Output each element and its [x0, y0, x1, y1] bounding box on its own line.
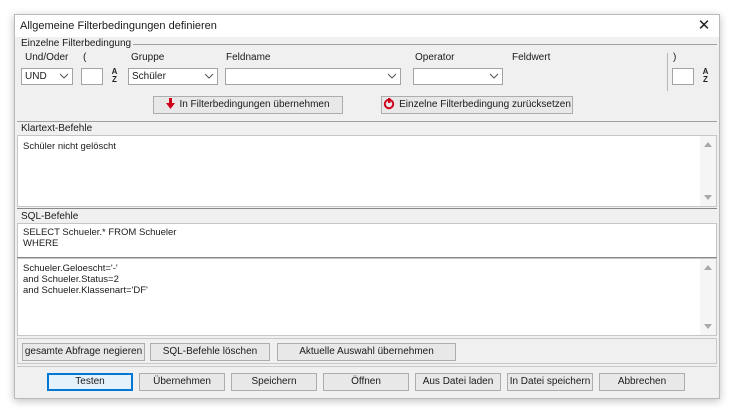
header-and-or: Und/Oder — [25, 52, 69, 63]
save-button[interactable]: Speichern — [231, 373, 317, 391]
group-value: Schüler — [132, 71, 166, 82]
window-title: Allgemeine Filterbedingungen definieren — [20, 20, 217, 32]
plaintext-commands-area[interactable]: Schüler nicht gelöscht — [17, 135, 717, 207]
chevron-down-icon — [59, 73, 69, 79]
delete-sql-button[interactable]: SQL-Befehle löschen — [150, 343, 270, 361]
chevron-down-icon — [387, 73, 397, 79]
sort-az-icon[interactable]: A Z — [699, 68, 712, 85]
reset-condition-button[interactable]: Einzelne Filterbedingung zurücksetzen — [381, 96, 573, 114]
scroll-down-icon[interactable] — [704, 324, 712, 329]
sql-where-content: Schueler.Geloescht='-' and Schueler.Stat… — [23, 263, 148, 296]
close-icon[interactable]: ✕ — [695, 17, 713, 35]
scroll-up-icon[interactable] — [704, 265, 712, 270]
apply-condition-button[interactable]: In Filterbedingungen übernehmen — [153, 96, 343, 114]
apply-selection-button[interactable]: Aktuelle Auswahl übernehmen — [277, 343, 456, 361]
and-or-select[interactable]: UND — [21, 68, 73, 85]
vertical-scrollbar[interactable] — [700, 259, 716, 335]
open-button[interactable]: Öffnen — [323, 373, 409, 391]
divider — [17, 121, 717, 122]
and-or-value: UND — [25, 71, 47, 82]
sort-az-bottom: Z — [112, 75, 117, 84]
header-group: Gruppe — [131, 52, 165, 63]
divider — [17, 208, 717, 209]
sql-where-area[interactable]: Schueler.Geloescht='-' and Schueler.Stat… — [17, 258, 717, 336]
header-operator: Operator — [415, 52, 455, 63]
reset-icon — [383, 98, 395, 110]
cancel-button[interactable]: Abbrechen — [599, 373, 685, 391]
sql-button-panel: gesamte Abfrage negieren SQL-Befehle lös… — [17, 338, 717, 364]
field-name-select[interactable] — [225, 68, 401, 85]
divider — [133, 44, 717, 45]
apply-condition-label: In Filterbedingungen übernehmen — [179, 99, 330, 110]
header-value: Feldwert — [512, 52, 551, 63]
arrow-down-icon — [166, 98, 176, 110]
open-paren-field[interactable] — [81, 68, 103, 85]
plaintext-content: Schüler nicht gelöscht — [23, 141, 116, 152]
filter-dialog: Allgemeine Filterbedingungen definieren … — [14, 14, 720, 399]
group-select[interactable]: Schüler — [128, 68, 218, 85]
section-sql: SQL-Befehle — [21, 211, 79, 222]
sql-header-area[interactable]: SELECT Schueler.* FROM Schueler WHERE — [17, 223, 717, 258]
test-button[interactable]: Testen — [47, 373, 133, 391]
negate-query-button[interactable]: gesamte Abfrage negieren — [22, 343, 145, 361]
sql-header-content: SELECT Schueler.* FROM Schueler WHERE — [23, 227, 177, 249]
section-single-condition: Einzelne Filterbedingung — [21, 38, 132, 49]
divider — [667, 53, 668, 91]
close-paren-field[interactable] — [672, 68, 694, 85]
chevron-down-icon — [489, 73, 499, 79]
sort-az-icon[interactable]: A Z — [108, 68, 121, 85]
section-plaintext: Klartext-Befehle — [21, 123, 93, 134]
title-bar: Allgemeine Filterbedingungen definieren … — [15, 15, 719, 37]
load-from-file-button[interactable]: Aus Datei laden — [415, 373, 501, 391]
header-open-paren: ( — [83, 52, 87, 63]
accept-button[interactable]: Übernehmen — [139, 373, 225, 391]
header-close-paren: ) — [673, 52, 677, 63]
sort-az-bottom: Z — [703, 75, 708, 84]
save-to-file-button[interactable]: In Datei speichern — [507, 373, 593, 391]
divider — [17, 366, 717, 367]
vertical-scrollbar[interactable] — [700, 136, 716, 206]
scroll-down-icon[interactable] — [704, 195, 712, 200]
chevron-down-icon — [204, 73, 214, 79]
scroll-up-icon[interactable] — [704, 142, 712, 147]
reset-condition-label: Einzelne Filterbedingung zurücksetzen — [399, 99, 571, 110]
operator-select[interactable] — [413, 68, 503, 85]
header-field: Feldname — [226, 52, 271, 63]
